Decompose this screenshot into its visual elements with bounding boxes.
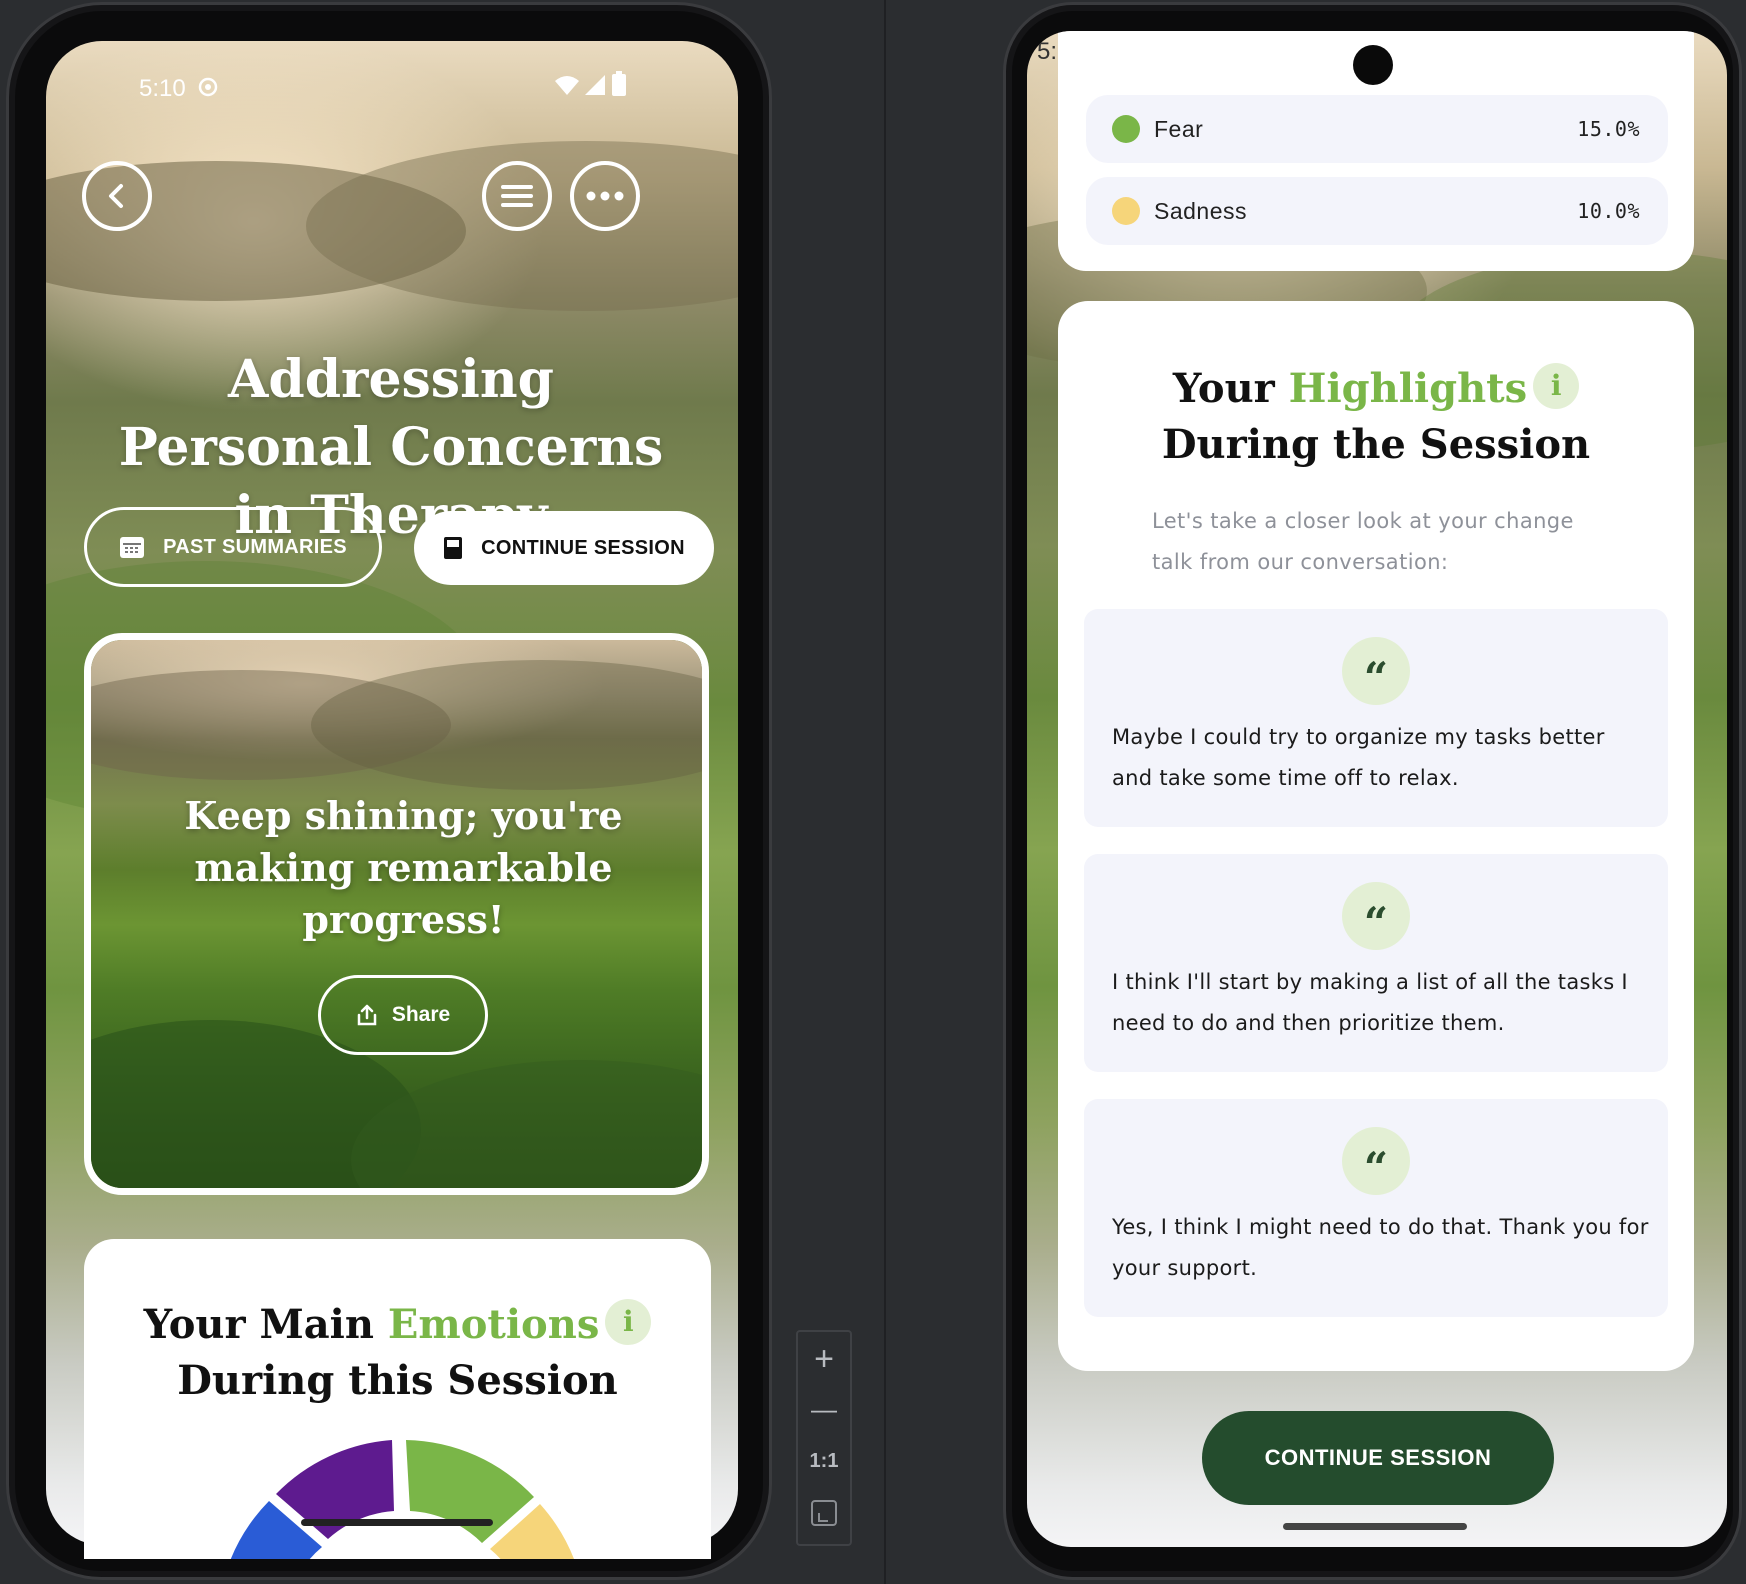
emotion-row-sadness: Sadness 10.0% xyxy=(1086,177,1668,245)
highlight-item: “ Yes, I think I might need to do that. … xyxy=(1084,1099,1668,1317)
highlight-item: “ Maybe I could try to organize my tasks… xyxy=(1084,609,1668,827)
emotion-percent: 15.0% xyxy=(1577,117,1640,141)
past-summaries-button[interactable]: PAST SUMMARIES xyxy=(84,507,382,587)
zoom-toolbar: + — 1:1 xyxy=(796,1330,852,1546)
continue-session-button[interactable]: CONTINUE SESSION xyxy=(414,511,714,585)
zoom-out-button[interactable]: — xyxy=(798,1394,850,1425)
home-indicator[interactable] xyxy=(1283,1523,1467,1530)
emotion-percent: 10.0% xyxy=(1577,199,1640,223)
highlights-subtitle: Let's take a closer look at your change … xyxy=(1152,509,1574,574)
menu-icon xyxy=(501,185,533,207)
actual-size-button[interactable]: 1:1 xyxy=(798,1450,850,1473)
emotions-info-button[interactable]: i xyxy=(605,1299,652,1345)
zoom-in-button[interactable]: + xyxy=(798,1340,850,1379)
emotion-color-dot xyxy=(1112,197,1140,225)
emotion-row-fear: Fear 15.0% xyxy=(1086,95,1668,163)
continue-session-button-bottom[interactable]: CONTINUE SESSION xyxy=(1202,1411,1554,1505)
share-icon xyxy=(357,1004,377,1026)
encouragement-text: Keep shining; you're making remarkable p… xyxy=(184,793,623,942)
sync-icon xyxy=(196,75,220,106)
highlight-text: Yes, I think I might need to do that. Th… xyxy=(1112,1215,1649,1280)
quote-icon: “ xyxy=(1342,1127,1410,1195)
highlights-heading: Your Highlights i During the Session xyxy=(1058,361,1694,473)
right-phone-frame: 5:10 Fear 15.0% Sadness 10.0% xyxy=(1003,2,1742,1580)
menu-button[interactable] xyxy=(482,161,552,231)
continue-session-label: CONTINUE SESSION xyxy=(481,536,685,559)
more-icon xyxy=(586,191,624,201)
back-button[interactable] xyxy=(82,161,152,231)
status-time: 5:10 xyxy=(139,75,186,102)
emotion-name: Fear xyxy=(1154,115,1204,142)
quote-icon: “ xyxy=(1342,882,1410,950)
share-label: Share xyxy=(391,1003,451,1026)
emotion-color-dot xyxy=(1112,115,1140,143)
calendar-icon xyxy=(120,537,145,558)
emotions-donut-chart xyxy=(230,1440,574,1559)
emotions-heading-highlight: Emotions xyxy=(387,1301,600,1348)
highlights-heading-line2: During the Session xyxy=(1161,421,1591,468)
highlight-text: Maybe I could try to organize my tasks b… xyxy=(1112,725,1605,790)
pane-divider[interactable] xyxy=(884,0,886,1584)
right-phone-screen: 5:10 Fear 15.0% Sadness 10.0% xyxy=(1027,31,1727,1547)
home-indicator[interactable] xyxy=(301,1519,493,1526)
share-button[interactable]: Share xyxy=(318,975,488,1055)
emotions-heading-suffix: During this Session xyxy=(177,1357,618,1404)
battery-icon xyxy=(611,71,627,104)
main-emotions-card: Your Main Emotions i During this Session xyxy=(84,1239,711,1559)
fit-screen-icon xyxy=(818,1513,828,1522)
emulator-workspace: 5:10 Addressing Personal Concerns in The… xyxy=(0,0,1746,1584)
highlights-info-button[interactable]: i xyxy=(1533,363,1580,409)
book-icon xyxy=(444,537,463,559)
encouragement-card: Keep shining; you're making remarkable p… xyxy=(84,633,709,1195)
highlight-item: “ I think I'll start by making a list of… xyxy=(1084,854,1668,1072)
wifi-icon xyxy=(554,73,580,104)
highlights-heading-prefix: Your xyxy=(1172,365,1289,412)
quote-icon: “ xyxy=(1342,637,1410,705)
front-camera xyxy=(1353,45,1393,85)
signal-icon xyxy=(583,73,607,104)
back-icon xyxy=(109,184,123,208)
highlights-card: Your Highlights i During the Session Let'… xyxy=(1058,301,1694,1371)
highlight-text: I think I'll start by making a list of a… xyxy=(1112,970,1628,1035)
more-options-button[interactable] xyxy=(570,161,640,231)
emotion-name: Sadness xyxy=(1154,197,1248,224)
highlights-heading-highlight: Highlights xyxy=(1288,365,1528,412)
past-summaries-label: PAST SUMMARIES xyxy=(163,535,347,558)
emotions-heading: Your Main Emotions i During this Session xyxy=(84,1297,711,1409)
left-phone-frame: 5:10 Addressing Personal Concerns in The… xyxy=(6,2,772,1580)
emotions-heading-prefix: Your Main xyxy=(143,1301,388,1348)
fit-screen-button[interactable] xyxy=(811,1500,837,1526)
